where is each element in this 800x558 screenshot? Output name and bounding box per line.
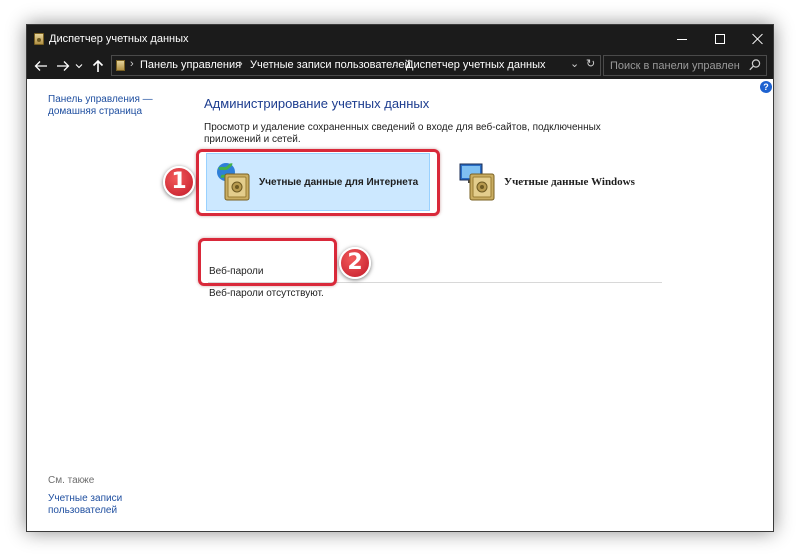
arrow-left-icon [34,61,47,71]
up-button[interactable] [88,55,108,77]
close-button[interactable] [735,25,781,53]
arrow-right-icon [57,61,70,71]
control-panel-home-link[interactable]: Панель управления — домашняя страница [48,94,168,118]
user-accounts-link[interactable]: Учетные записи пользователей [48,493,168,517]
chevron-right-icon: › [239,58,243,70]
close-icon [752,33,764,45]
forward-button[interactable] [53,55,73,77]
page-title: Администрирование учетных данных [204,96,430,111]
search-box[interactable] [603,55,767,76]
breadcrumb-control-panel[interactable]: Панель управления [140,59,241,71]
address-bar: › Панель управления › Учетные записи пол… [27,53,773,79]
breadcrumb-user-accounts[interactable]: Учетные записи пользователей [250,59,411,71]
title-bar[interactable]: Диспетчер учетных данных [27,25,773,53]
back-button[interactable] [31,55,51,77]
windows-credentials-icon [458,160,502,204]
see-also-label: См. также [48,475,95,486]
arrow-up-icon [92,59,104,72]
control-panel-icon [116,60,125,71]
main-content: Администрирование учетных данных Просмот… [204,79,769,531]
chevron-right-icon: › [395,58,399,70]
refresh-icon[interactable]: ↻ [586,57,595,70]
windows-credentials-label: Учетные данные Windows [504,176,635,188]
breadcrumb-credential-manager[interactable]: Диспетчер учетных данных [406,59,546,71]
web-passwords-empty: Веб-пароли отсутствуют. [208,285,662,303]
chevron-right-icon: › [130,58,134,70]
credential-manager-window: Диспетчер учетных данных › Панель управл… [26,24,774,532]
chevron-down-icon [75,64,83,69]
recent-locations-button[interactable] [72,55,86,77]
search-input[interactable] [610,58,740,73]
credential-manager-icon [34,33,44,45]
callout-highlight-1 [196,149,440,216]
page-description: Просмотр и удаление сохраненных сведений… [204,122,601,145]
windows-credentials-tile[interactable]: Учетные данные Windows [452,153,652,211]
callout-number-2: 2 [339,247,371,279]
maximize-icon [715,34,725,44]
search-icon[interactable] [748,58,762,72]
web-passwords-empty-label: Веб-пароли отсутствуют. [209,288,324,299]
callout-highlight-2 [198,238,337,286]
minimize-icon [677,38,687,40]
callout-number-1: 1 [163,166,195,198]
window-title: Диспетчер учетных данных [49,33,189,45]
sidebar: Панель управления — домашняя страница См… [27,79,187,531]
address-dropdown-icon[interactable]: ⌄ [570,57,579,70]
breadcrumb[interactable]: › Панель управления › Учетные записи пол… [111,55,601,76]
